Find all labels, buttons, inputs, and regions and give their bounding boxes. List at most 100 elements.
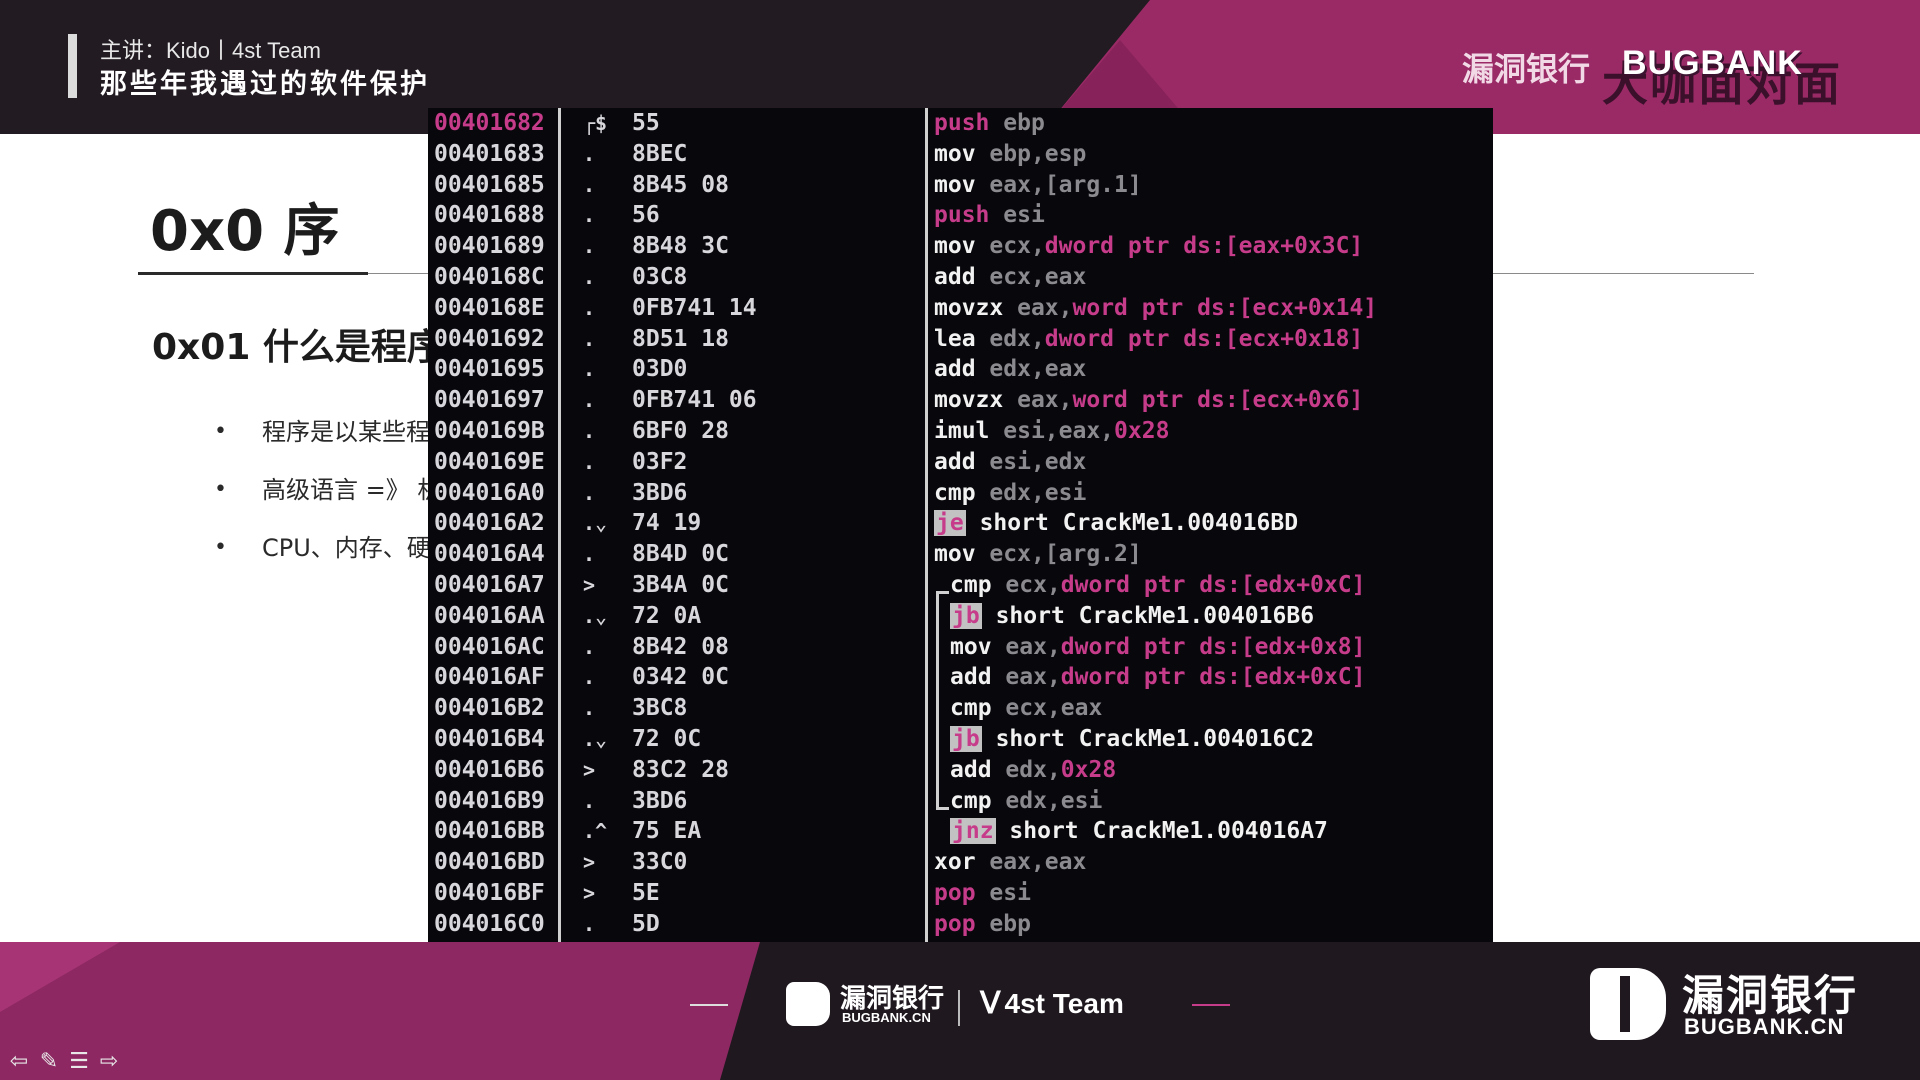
- hex-cell: 8D51 18: [632, 325, 729, 352]
- operand: eax,[arg.1]: [989, 171, 1142, 198]
- jump-marker: .: [583, 418, 596, 443]
- disassembly-line[interactable]: mov eax,dword ptr ds:[edx+0x8]: [934, 632, 1377, 663]
- hex-cell: 8B42 08: [632, 633, 729, 660]
- disassembly-line[interactable]: xor eax,eax: [934, 847, 1377, 878]
- opcode: add: [950, 664, 992, 691]
- address-cell: 004016BB: [434, 818, 545, 845]
- address-cell: 004016A4: [434, 541, 545, 568]
- address-cell: 004016B9: [434, 787, 545, 814]
- opcode: add: [950, 756, 992, 783]
- disassembly-line[interactable]: lea edx,dword ptr ds:[ecx+0x18]: [934, 324, 1377, 355]
- address-cell: 004016AA: [434, 602, 545, 629]
- disassembly-line[interactable]: add edx,eax: [934, 354, 1377, 385]
- pen-icon[interactable]: ✎: [36, 1050, 62, 1074]
- opcode: pop: [934, 910, 976, 937]
- disassembly-line[interactable]: je short CrackMe1.004016BD: [934, 508, 1377, 539]
- disassembly-line[interactable]: mov ecx,[arg.2]: [934, 539, 1377, 570]
- disassembly-line[interactable]: cmp edx,esi: [934, 478, 1377, 509]
- prev-slide-icon[interactable]: ⇦: [6, 1050, 32, 1074]
- opcode: mov: [934, 233, 976, 260]
- address-cell: 004016BF: [434, 879, 545, 906]
- hex-cell: 72 0A: [632, 602, 702, 629]
- footer-dash: [1192, 1004, 1230, 1006]
- disassembly-line[interactable]: jb short CrackMe1.004016B6: [934, 601, 1377, 632]
- loop-bracket: [936, 591, 949, 810]
- opcode: push: [934, 202, 990, 229]
- opcode: mov: [934, 171, 976, 198]
- operand: esi: [989, 879, 1031, 906]
- disassembly-line[interactable]: cmp edx,esi: [934, 786, 1377, 817]
- presentation-nav: ⇦ ✎ ☰ ⇨: [6, 1050, 122, 1074]
- opcode: cmp: [950, 695, 992, 722]
- disassembly-line[interactable]: push ebp: [934, 108, 1377, 139]
- memory-operand: dword ptr ds:[eax+0x3C]: [1044, 233, 1364, 260]
- bugbank-mark-icon: [786, 982, 830, 1026]
- bullet-item: 高级语言 =》 机: [210, 474, 441, 532]
- disassembly-line[interactable]: add ecx,eax: [934, 262, 1377, 293]
- disassembly-window[interactable]: 00401682 00401683 00401685 00401688 00401689…: [428, 108, 1493, 972]
- disassembly-line[interactable]: jnz short CrackMe1.004016A7: [934, 816, 1377, 847]
- jump-marker: >: [583, 850, 596, 875]
- opcode: cmp: [950, 787, 992, 814]
- hex-cell: 55: [632, 110, 660, 136]
- memory-operand: word ptr ds:[ecx+0x6]: [1072, 387, 1364, 414]
- hex-cell: 3B4A 0C: [632, 571, 729, 598]
- address-cell: 004016BD: [434, 849, 545, 876]
- jump-marker: .: [583, 326, 596, 351]
- disassembly-line[interactable]: cmp ecx,dword ptr ds:[edx+0xC]: [934, 570, 1377, 601]
- disassembly-line[interactable]: jb short CrackMe1.004016C2: [934, 724, 1377, 755]
- jump-marker: .: [583, 788, 596, 813]
- brand-name-en: BUGBANK: [1622, 44, 1803, 82]
- operand: ecx,: [1005, 571, 1061, 598]
- disassembly-line[interactable]: pop ebp: [934, 909, 1377, 940]
- section-title: 0x0 序: [150, 199, 340, 264]
- disassembly-line[interactable]: add eax,dword ptr ds:[edx+0xC]: [934, 662, 1377, 693]
- jump-marker: ┌$: [583, 111, 608, 135]
- jump-marker: .: [583, 449, 596, 474]
- logo-separator: [958, 990, 960, 1026]
- memory-operand: 0x28: [1114, 417, 1170, 444]
- memory-operand: word ptr ds:[ecx+0x14]: [1072, 294, 1378, 321]
- operand: ebp,esp: [989, 140, 1087, 167]
- hex-cell: 6BF0 28: [632, 417, 729, 444]
- disassembly-line[interactable]: mov ecx,dword ptr ds:[eax+0x3C]: [934, 231, 1377, 262]
- jump-marker: .: [583, 141, 596, 166]
- column-separator[interactable]: [558, 108, 561, 972]
- hex-cell: 0FB741 06: [632, 387, 757, 414]
- disassembly-line[interactable]: add edx,0x28: [934, 755, 1377, 786]
- opcode: add: [934, 356, 976, 383]
- operand: eax,: [1017, 294, 1073, 321]
- address-cell: 00401692: [434, 325, 545, 352]
- event-logo: 大咖面对面 漏洞银行 BUGBANK: [1462, 34, 1892, 111]
- jump-marker: .: [583, 542, 596, 567]
- disassembly-line[interactable]: cmp ecx,eax: [934, 693, 1377, 724]
- next-slide-icon[interactable]: ⇨: [96, 1050, 122, 1074]
- disassembly-line[interactable]: mov eax,[arg.1]: [934, 170, 1377, 201]
- bullet-item: 程序是以某些程: [210, 416, 441, 474]
- disassembly-line[interactable]: pop esi: [934, 878, 1377, 909]
- jump-marker: .: [583, 357, 596, 382]
- jump-marker: .: [583, 634, 596, 659]
- address-cell: 004016AC: [434, 633, 545, 660]
- bugbank-en: BUGBANK.CN: [842, 1010, 931, 1025]
- hex-cell: 0342 0C: [632, 664, 729, 691]
- title-underline: [138, 272, 368, 275]
- address-cell: 004016AF: [434, 664, 545, 691]
- opcode: jb: [950, 602, 982, 629]
- opcode: mov: [950, 633, 992, 660]
- address-cell: 0040168E: [434, 294, 545, 321]
- disassembly-line[interactable]: imul esi,eax,0x28: [934, 416, 1377, 447]
- jump-marker: .: [583, 665, 596, 690]
- disassembly-line[interactable]: mov ebp,esp: [934, 139, 1377, 170]
- menu-icon[interactable]: ☰: [66, 1050, 92, 1074]
- disassembly-line[interactable]: add esi,edx: [934, 447, 1377, 478]
- operand: edx,: [989, 325, 1045, 352]
- address-cell: 0040169E: [434, 448, 545, 475]
- hex-cell: 74 19: [632, 510, 702, 537]
- disassembly-line[interactable]: push esi: [934, 200, 1377, 231]
- disassembly-line[interactable]: movzx eax,word ptr ds:[ecx+0x14]: [934, 293, 1377, 324]
- operand: ecx,eax: [1005, 695, 1103, 722]
- operand: edx,esi: [1005, 787, 1103, 814]
- column-separator[interactable]: [925, 108, 928, 972]
- disassembly-line[interactable]: movzx eax,word ptr ds:[ecx+0x6]: [934, 385, 1377, 416]
